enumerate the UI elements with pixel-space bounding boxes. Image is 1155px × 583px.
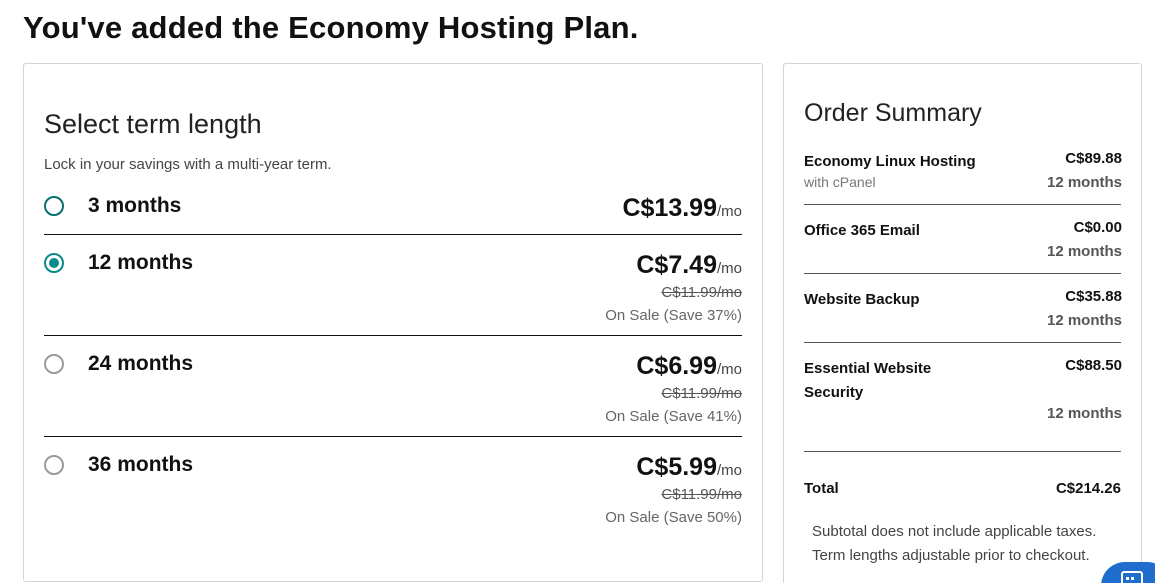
chat-icon [1121,571,1143,583]
item-name: Website Backup [804,291,920,308]
order-summary-title: Order Summary [804,99,982,127]
total-amount: C$214.26 [1055,480,1121,497]
item-amount: C$89.88 [1065,150,1122,167]
item-term: 12 months [1046,405,1122,422]
item-name: Essential Website Security [804,360,932,401]
item-term: 12 months [1046,243,1122,260]
original-price: C$11.99/mo [661,486,742,503]
term-option-label: 3 months [88,194,182,217]
radio-12-months[interactable] [44,253,64,273]
term-option-label: 24 months [88,352,194,375]
term-option-36-months[interactable]: 36 months C$5.99/mo C$11.99/mo On Sale (… [44,453,742,533]
item-term: 12 months [1046,174,1122,191]
term-option-price: C$6.99/mo C$11.99/mo On Sale (Save 41%) [605,352,742,425]
item-amount: C$0.00 [1073,219,1122,236]
price-value: C$13.99 [622,194,717,222]
term-option-label: 12 months [88,251,194,274]
sale-badge: On Sale (Save 37%) [605,307,742,324]
term-subtitle: Lock in your savings with a multi-year t… [44,156,332,173]
term-heading: Select term length [44,109,262,139]
summary-line-item: Essential Website Security C$88.50 12 mo… [804,357,1122,427]
summary-note: Subtotal does not include applicable tax… [812,520,1132,568]
item-term: 12 months [1046,312,1122,329]
option-divider [44,335,742,336]
option-divider [44,234,742,235]
item-amount: C$88.50 [1065,357,1122,374]
price-value: C$7.49 [636,251,717,279]
original-price: C$11.99/mo [661,385,742,402]
term-option-12-months[interactable]: 12 months C$7.49/mo C$11.99/mo On Sale (… [44,251,742,331]
note-line: Term lengths adjustable prior to checkou… [812,547,1090,564]
summary-line-item: Economy Linux Hosting with cPanel C$89.8… [804,150,1122,206]
term-option-3-months[interactable]: 3 months C$13.99/mo [44,194,742,228]
item-name: Economy Linux Hosting [804,153,976,170]
term-option-label: 36 months [88,453,194,476]
item-name: Office 365 Email [804,222,920,239]
price-per: /mo [716,361,742,378]
price-per: /mo [716,260,742,277]
sale-badge: On Sale (Save 50%) [605,509,742,526]
price-per: /mo [716,203,742,220]
page-title: You've added the Economy Hosting Plan. [23,10,639,45]
price-value: C$6.99 [636,352,717,380]
term-option-price: C$7.49/mo C$11.99/mo On Sale (Save 37%) [605,251,742,324]
term-option-price: C$5.99/mo C$11.99/mo On Sale (Save 50%) [605,453,742,526]
option-divider [44,436,742,437]
original-price: C$11.99/mo [661,284,742,301]
price-value: C$5.99 [636,453,717,481]
note-line: Subtotal does not include applicable tax… [812,523,1097,540]
radio-36-months[interactable] [44,455,64,475]
summary-divider [804,451,1121,452]
summary-divider [804,273,1121,274]
summary-line-item: Website Backup C$35.88 12 months [804,288,1122,344]
summary-divider [804,204,1121,205]
total-label: Total [804,480,839,497]
term-option-24-months[interactable]: 24 months C$6.99/mo C$11.99/mo On Sale (… [44,352,742,432]
term-option-price: C$13.99/mo [622,194,742,223]
sale-badge: On Sale (Save 41%) [605,408,742,425]
item-amount: C$35.88 [1065,288,1122,305]
summary-divider [804,342,1121,343]
radio-24-months[interactable] [44,354,64,374]
order-summary-card: Order Summary Economy Linux Hosting with… [783,63,1142,583]
term-length-card: Select term length Lock in your savings … [23,63,763,582]
summary-line-item: Office 365 Email C$0.00 12 months [804,219,1122,275]
price-per: /mo [716,462,742,479]
radio-3-months[interactable] [44,196,64,216]
item-subtitle: with cPanel [804,174,876,190]
